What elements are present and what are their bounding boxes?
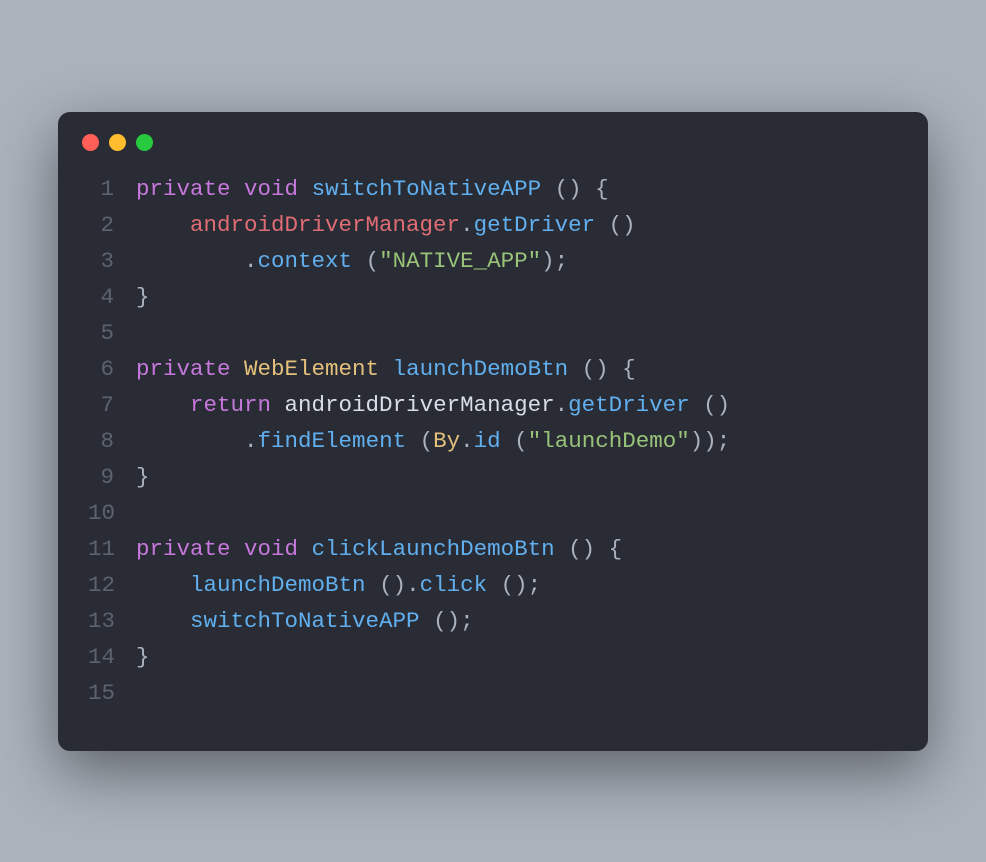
code-content: private void switchToNativeAPP () { bbox=[136, 171, 609, 207]
code-line: 9} bbox=[88, 459, 898, 495]
code-line: 2 androidDriverManager.getDriver () bbox=[88, 207, 898, 243]
line-number: 1 bbox=[88, 171, 136, 207]
minimize-icon[interactable] bbox=[109, 134, 126, 151]
code-content: } bbox=[136, 459, 150, 495]
code-line: 6private WebElement launchDemoBtn () { bbox=[88, 351, 898, 387]
code-content: .context ("NATIVE_APP"); bbox=[136, 243, 568, 279]
line-number: 8 bbox=[88, 423, 136, 459]
code-content: switchToNativeAPP (); bbox=[136, 603, 474, 639]
maximize-icon[interactable] bbox=[136, 134, 153, 151]
line-number: 12 bbox=[88, 567, 136, 603]
line-number: 4 bbox=[88, 279, 136, 315]
line-number: 11 bbox=[88, 531, 136, 567]
code-area: 1private void switchToNativeAPP () {2 an… bbox=[58, 161, 928, 711]
line-number: 14 bbox=[88, 639, 136, 675]
code-content: return androidDriverManager.getDriver () bbox=[136, 387, 730, 423]
code-content: private WebElement launchDemoBtn () { bbox=[136, 351, 636, 387]
code-line: 1private void switchToNativeAPP () { bbox=[88, 171, 898, 207]
code-line: 11private void clickLaunchDemoBtn () { bbox=[88, 531, 898, 567]
code-line: 5 bbox=[88, 315, 898, 351]
line-number: 2 bbox=[88, 207, 136, 243]
code-line: 14} bbox=[88, 639, 898, 675]
code-line: 7 return androidDriverManager.getDriver … bbox=[88, 387, 898, 423]
code-line: 10 bbox=[88, 495, 898, 531]
line-number: 7 bbox=[88, 387, 136, 423]
code-line: 4} bbox=[88, 279, 898, 315]
close-icon[interactable] bbox=[82, 134, 99, 151]
code-window: 1private void switchToNativeAPP () {2 an… bbox=[58, 112, 928, 751]
code-line: 3 .context ("NATIVE_APP"); bbox=[88, 243, 898, 279]
code-line: 15 bbox=[88, 675, 898, 711]
code-line: 12 launchDemoBtn ().click (); bbox=[88, 567, 898, 603]
code-content: } bbox=[136, 639, 150, 675]
code-content: private void clickLaunchDemoBtn () { bbox=[136, 531, 622, 567]
line-number: 15 bbox=[88, 675, 136, 711]
line-number: 10 bbox=[88, 495, 136, 531]
code-line: 13 switchToNativeAPP (); bbox=[88, 603, 898, 639]
line-number: 9 bbox=[88, 459, 136, 495]
code-content: } bbox=[136, 279, 150, 315]
code-content: androidDriverManager.getDriver () bbox=[136, 207, 636, 243]
code-content: .findElement (By.id ("launchDemo")); bbox=[136, 423, 730, 459]
line-number: 6 bbox=[88, 351, 136, 387]
code-content: launchDemoBtn ().click (); bbox=[136, 567, 541, 603]
line-number: 5 bbox=[88, 315, 136, 351]
line-number: 13 bbox=[88, 603, 136, 639]
code-line: 8 .findElement (By.id ("launchDemo")); bbox=[88, 423, 898, 459]
line-number: 3 bbox=[88, 243, 136, 279]
window-titlebar bbox=[58, 112, 928, 161]
